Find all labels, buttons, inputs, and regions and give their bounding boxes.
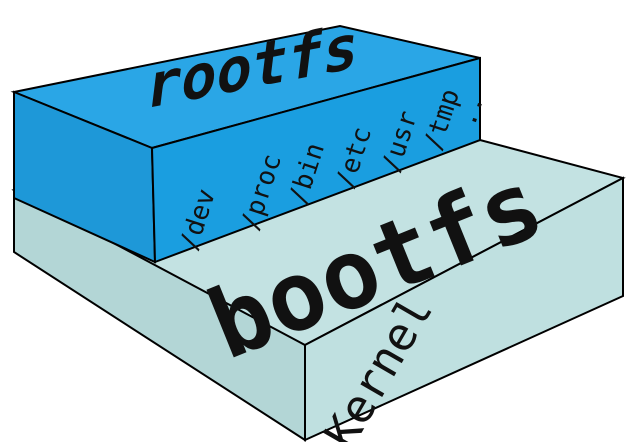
diagram-canvas: rootfs /dev /proc /bin /etc /usr /tmp ..… xyxy=(10,9,626,447)
layer-diagram: rootfs /dev /proc /bin /etc /usr /tmp ..… xyxy=(0,0,638,447)
